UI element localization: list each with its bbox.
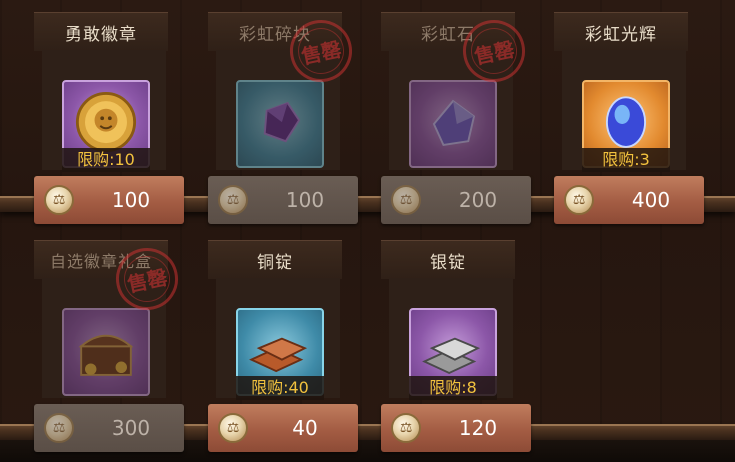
scale-coin-icon: ⚖ [44,185,74,215]
purchase-limit: 限购:3 [582,148,670,172]
buy-button[interactable]: ⚖ 100 [34,176,184,224]
shop-item-card[interactable]: 自选徽章礼盒 ⚖ 300 售罄 [28,240,184,452]
buy-button[interactable]: ⚖ 120 [381,404,531,452]
shop-item-card[interactable]: 彩虹光辉 限购:3 ⚖ 400 [548,12,704,224]
scale-coin-icon: ⚖ [218,185,248,215]
item-icon-frame[interactable] [409,80,497,168]
buy-button[interactable]: ⚖ 200 [381,176,531,224]
scale-coin-icon: ⚖ [391,185,421,215]
treasure-chest-icon [78,334,134,376]
scale-coin-icon: ⚖ [564,185,594,215]
price-value: 100 [285,188,325,212]
item-icon-frame[interactable] [62,308,150,396]
price-value: 200 [458,188,498,212]
item-title: 勇敢徽章 [34,12,168,51]
item-icon-frame[interactable] [236,80,324,168]
scale-coin-icon: ⚖ [44,413,74,443]
price-value: 40 [292,416,318,440]
item-title: 银锭 [381,240,515,279]
buy-button[interactable]: ⚖ 300 [34,404,184,452]
scale-coin-icon: ⚖ [218,413,248,443]
buy-button[interactable]: ⚖ 100 [208,176,358,224]
purchase-limit: 限购:10 [62,148,150,172]
shop-item-card[interactable]: 彩虹石 ⚖ 200 售罄 [375,12,531,224]
price-value: 400 [631,188,671,212]
item-title: 彩虹光辉 [554,12,688,51]
price-value: 300 [111,416,151,440]
scale-coin-icon: ⚖ [391,413,421,443]
shop-item-card[interactable]: 勇敢徽章 限购:10 ⚖ 100 [28,12,184,224]
price-value: 100 [111,188,151,212]
shop-item-card[interactable]: 彩虹碎块 ⚖ 100 售罄 [202,12,358,224]
buy-button[interactable]: ⚖ 40 [208,404,358,452]
item-title: 铜锭 [208,240,342,279]
price-value: 120 [458,416,498,440]
purple-crystal-shard-icon [263,101,301,143]
purchase-limit: 限购:40 [236,376,324,400]
purchase-limit: 限购:8 [409,376,497,400]
rainbow-stone-icon [432,99,476,147]
shop-item-card[interactable]: 银锭 限购:8 ⚖ 120 [375,240,531,452]
buy-button[interactable]: ⚖ 400 [554,176,704,224]
shop-item-card[interactable]: 铜锭 限购:40 ⚖ 40 [202,240,358,452]
